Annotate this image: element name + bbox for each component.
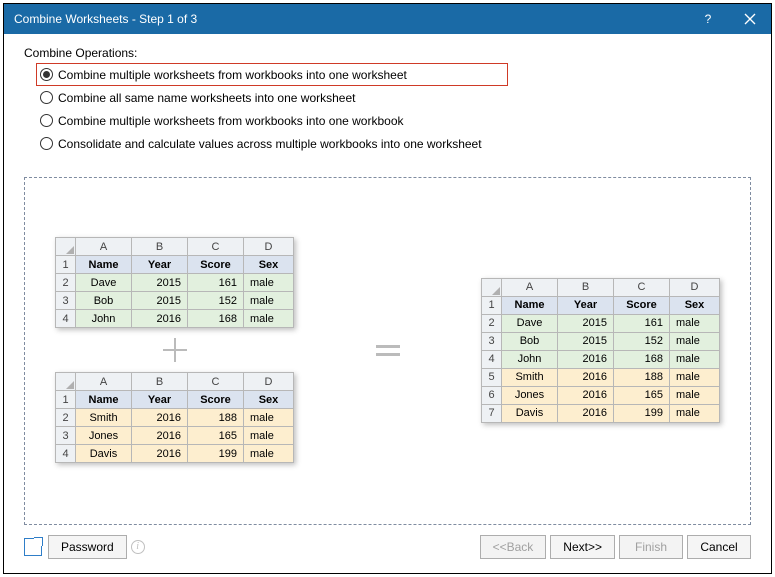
close-icon <box>744 13 756 25</box>
option-label: Combine multiple worksheets from workboo… <box>58 114 404 128</box>
radio-icon <box>40 68 53 81</box>
preview-table-2: ABCD1NameYearScoreSex2Smith2016188male3J… <box>55 372 294 463</box>
radio-icon <box>40 137 53 150</box>
preview-table-result: ABCD1NameYearScoreSex2Dave2015161male3Bo… <box>481 278 720 423</box>
option-combine-into-one-workbook[interactable]: Combine multiple worksheets from workboo… <box>36 109 751 132</box>
preview-table-1: ABCD1NameYearScoreSex2Dave2015161male3Bo… <box>55 237 294 328</box>
password-button[interactable]: Password <box>48 535 127 559</box>
option-combine-into-one-sheet[interactable]: Combine multiple worksheets from workboo… <box>36 63 508 86</box>
next-button[interactable]: Next>> <box>550 535 615 559</box>
window-title: Combine Worksheets - Step 1 of 3 <box>14 12 687 26</box>
option-combine-same-name[interactable]: Combine all same name worksheets into on… <box>36 86 751 109</box>
finish-button: Finish <box>619 535 683 559</box>
option-label: Combine multiple worksheets from workboo… <box>58 68 407 82</box>
radio-group: Combine multiple worksheets from workboo… <box>24 63 751 155</box>
content-area: Combine Operations: Combine multiple wor… <box>4 34 771 573</box>
titlebar: Combine Worksheets - Step 1 of 3 ? <box>4 4 771 34</box>
dialog-window: Combine Worksheets - Step 1 of 3 ? Combi… <box>3 3 772 574</box>
section-label: Combine Operations: <box>24 46 751 60</box>
plus-icon <box>161 336 189 364</box>
back-button: <<Back <box>480 535 547 559</box>
external-icon[interactable] <box>24 538 42 556</box>
option-label: Consolidate and calculate values across … <box>58 137 482 151</box>
equals-icon <box>376 345 400 356</box>
close-button[interactable] <box>729 4 771 34</box>
option-label: Combine all same name worksheets into on… <box>58 91 355 105</box>
left-stack: ABCD1NameYearScoreSex2Dave2015161male3Bo… <box>55 237 294 463</box>
option-consolidate[interactable]: Consolidate and calculate values across … <box>36 132 751 155</box>
help-button[interactable]: ? <box>687 4 729 34</box>
radio-icon <box>40 91 53 104</box>
cancel-button[interactable]: Cancel <box>687 535 751 559</box>
info-icon[interactable]: i <box>131 540 145 554</box>
footer: Password i <<Back Next>> Finish Cancel <box>24 525 751 565</box>
preview-box: ABCD1NameYearScoreSex2Dave2015161male3Bo… <box>24 177 751 525</box>
radio-icon <box>40 114 53 127</box>
